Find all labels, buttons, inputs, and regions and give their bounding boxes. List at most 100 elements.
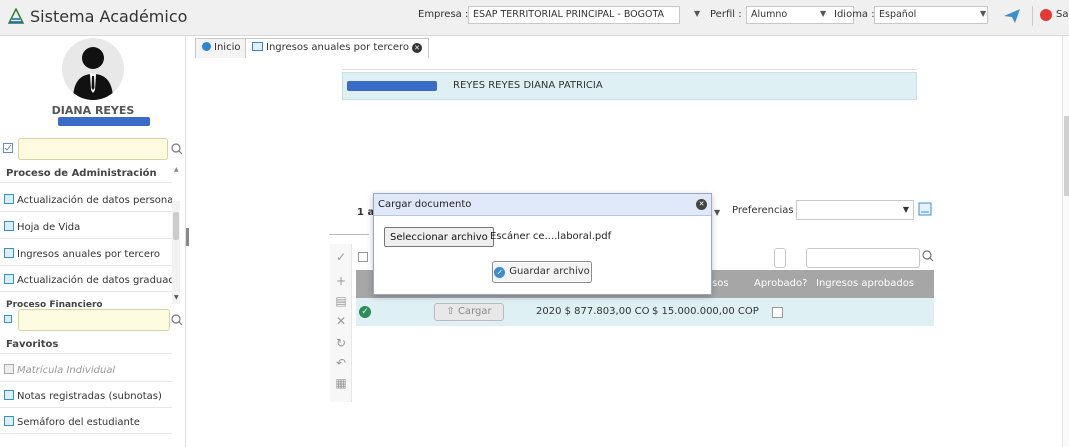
- undo-icon[interactable]: ↶: [334, 356, 348, 370]
- form-icon: [4, 274, 14, 284]
- sidebar-scroll-thumb[interactable]: [173, 212, 179, 240]
- table-row[interactable]: ✓ ⇧ Cargar 2020 $ 877.803,00 CO $ 15.000…: [356, 298, 934, 326]
- page-scrollbar[interactable]: [1062, 36, 1069, 447]
- checkbox-icon[interactable]: [3, 143, 13, 153]
- divider: [0, 407, 172, 408]
- dialog-titlebar[interactable]: Cargar documento ✕: [374, 194, 711, 216]
- fav-item-notas[interactable]: Notas registradas (subnotas): [4, 390, 172, 402]
- add-icon[interactable]: +: [334, 274, 348, 288]
- empresa-select[interactable]: ESAP TERRITORIAL PRINCIPAL - BOGOTA: [468, 6, 680, 24]
- favorites-list-icon[interactable]: [4, 315, 12, 323]
- page-size-chevron-down-icon[interactable]: ▼: [714, 208, 720, 217]
- header-divider: [1032, 6, 1033, 26]
- sidebar-collapse-handle[interactable]: [186, 228, 189, 246]
- section-admin-title[interactable]: Proceso de Administración: [6, 168, 157, 179]
- exit-label[interactable]: Sa: [1056, 9, 1068, 20]
- selected-file-name: Escáner ce....laboral.pdf: [490, 231, 612, 242]
- idioma-select[interactable]: Español: [874, 6, 988, 24]
- send-icon[interactable]: [1003, 8, 1021, 24]
- check-circle-icon: ✓: [494, 267, 506, 278]
- close-icon[interactable]: ✕: [412, 43, 423, 53]
- upload-dialog: Cargar documento ✕ Seleccionar archivo E…: [373, 193, 712, 295]
- approve-icon[interactable]: ✓: [334, 250, 348, 264]
- delete-icon[interactable]: ✕: [334, 314, 348, 328]
- col-ingresos-aprobados[interactable]: Ingresos aprobados: [816, 278, 914, 289]
- fav-item-label: Semáforo del estudiante: [17, 417, 140, 428]
- scroll-down-icon[interactable]: ▼: [174, 294, 179, 301]
- top-divider: [342, 60, 917, 70]
- grid-search-icon[interactable]: [922, 250, 934, 262]
- empresa-chevron-down-icon[interactable]: ▼: [694, 9, 700, 18]
- preferences-label: Preferencias :: [732, 205, 801, 216]
- tab-inicio[interactable]: Inicio: [195, 38, 248, 58]
- close-icon[interactable]: ✕: [696, 199, 707, 210]
- grid-toolbar: ✓ + ▤ ✕ ↻ ↶ ▦: [330, 244, 352, 402]
- form-icon: [4, 416, 14, 426]
- form-icon: [4, 390, 14, 400]
- form-icon: [252, 42, 263, 51]
- form-icon: [4, 221, 14, 231]
- sidebar-item-actualizacion-graduado[interactable]: Actualización de datos graduado:: [4, 274, 172, 286]
- upload-arrow-icon: ⇧: [446, 306, 458, 317]
- favorites-search-icon[interactable]: [171, 314, 183, 326]
- tab-label: Ingresos anuales por tercero: [266, 42, 410, 53]
- cell-ingresos: $ 15.000.000,00 COP: [652, 306, 759, 317]
- fav-item-semaforo[interactable]: Semáforo del estudiante: [4, 416, 172, 428]
- divider: [0, 291, 172, 292]
- idioma-label: Idioma :: [834, 9, 875, 20]
- power-icon[interactable]: [1040, 9, 1052, 21]
- grid-filter-approved[interactable]: [774, 248, 786, 268]
- approved-checkbox[interactable]: [772, 307, 783, 318]
- grid-filter-approved-income[interactable]: [806, 248, 920, 268]
- grid-select-checkbox[interactable]: [358, 252, 368, 262]
- refresh-icon[interactable]: ↻: [334, 336, 348, 350]
- fav-item-label: Matrícula Individual: [17, 365, 116, 376]
- person-name: REYES REYES DIANA PATRICIA: [453, 80, 603, 91]
- chevron-down-icon: ▼: [902, 205, 909, 214]
- sidebar-item-ingresos-anuales[interactable]: Ingresos anuales por tercero: [4, 248, 172, 260]
- fav-item-matricula[interactable]: Matrícula Individual: [4, 364, 172, 376]
- preferences-select[interactable]: ▼: [796, 200, 914, 220]
- sidebar-item-label: Ingresos anuales por tercero: [17, 249, 161, 260]
- redacted-person-id: [347, 81, 437, 91]
- select-file-button[interactable]: Seleccionar archivo: [384, 227, 494, 247]
- divider: [0, 353, 172, 354]
- redacted-user-id: [58, 117, 150, 126]
- divider: [0, 381, 172, 382]
- avatar: [62, 38, 124, 100]
- spreadsheet-icon[interactable]: ▦: [334, 376, 348, 390]
- sidebar-item-label: Actualización de datos graduado:: [17, 275, 172, 286]
- fav-item-label: Notas registradas (subnotas): [17, 391, 162, 402]
- section-favoritos-title[interactable]: Favoritos: [6, 339, 58, 350]
- sidebar-item-label: Hoja de Vida: [17, 222, 81, 233]
- save-button-label: Guardar archivo: [509, 266, 590, 277]
- idioma-chevron-down-icon[interactable]: ▼: [980, 9, 986, 18]
- app-title: Sistema Académico: [30, 7, 188, 26]
- save-file-button[interactable]: ✓ Guardar archivo: [492, 261, 592, 283]
- page-scroll-thumb[interactable]: [1064, 116, 1069, 196]
- menu-filter-input[interactable]: [18, 138, 168, 160]
- scroll-up-icon[interactable]: ▲: [174, 166, 179, 173]
- upload-button[interactable]: ⇧ Cargar: [434, 303, 504, 321]
- sidebar: DIANA REYES Proceso de Administración Ac…: [0, 36, 186, 447]
- check-circle-icon: ✓: [359, 306, 371, 318]
- favorites-filter-input[interactable]: [18, 309, 170, 331]
- export-icon[interactable]: [918, 202, 932, 216]
- user-avatar-icon: [73, 47, 113, 100]
- sidebar-item-actualizacion-datos[interactable]: Actualización de datos personale: [4, 194, 172, 206]
- tab-ingresos-anuales[interactable]: Ingresos anuales por tercero ✕: [245, 38, 430, 58]
- divider: [0, 182, 172, 183]
- col-aprobado[interactable]: Aprobado?: [754, 278, 807, 289]
- form-icon: [4, 248, 14, 258]
- section-financiero-title[interactable]: Proceso Financiero: [6, 300, 103, 309]
- perfil-chevron-down-icon[interactable]: ▼: [820, 9, 826, 18]
- search-icon[interactable]: [171, 143, 183, 155]
- document-icon[interactable]: ▤: [334, 294, 348, 308]
- form-icon: [4, 364, 14, 374]
- divider: [0, 238, 172, 239]
- sidebar-item-hoja-de-vida[interactable]: Hoja de Vida: [4, 221, 172, 233]
- divider: [0, 211, 172, 212]
- sidebar-item-label: Actualización de datos personale: [17, 195, 172, 206]
- dotted-divider: [329, 234, 369, 235]
- user-name: DIANA REYES: [51, 104, 135, 117]
